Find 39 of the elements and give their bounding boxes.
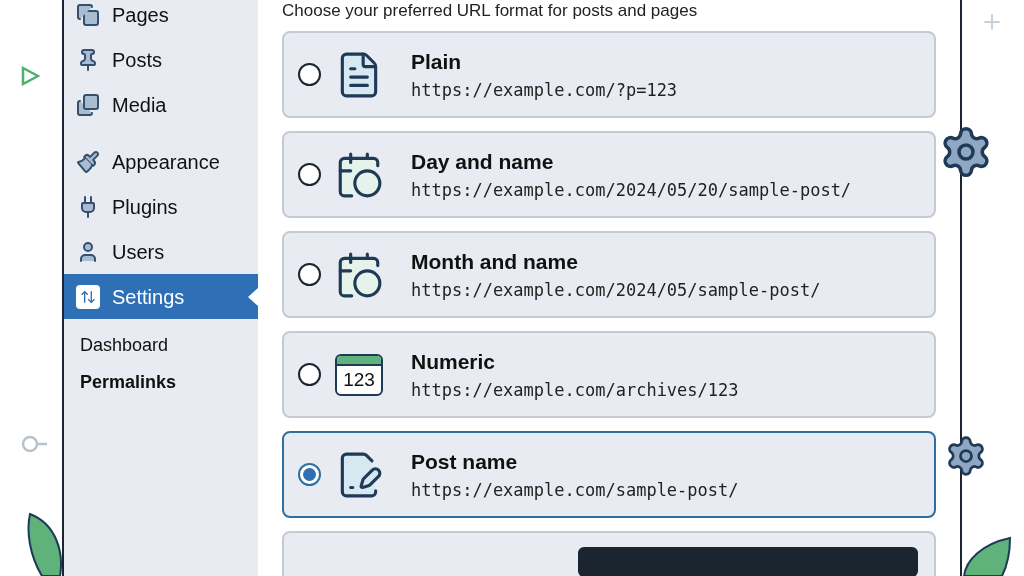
permalink-option[interactable]: Plain https://example.com/?p=123 (282, 31, 936, 118)
intro-text: Choose your preferred URL format for posts and pages (282, 1, 699, 21)
sidebar-menu-item[interactable]: Media (64, 82, 258, 127)
pages-icon (76, 2, 100, 27)
radio-button[interactable] (298, 163, 321, 186)
images-icon (76, 92, 100, 117)
option-title: Month and name (411, 248, 579, 275)
option-url: https://example.com/2024/05/20/sample-post/ (411, 178, 852, 201)
sidebar-menu-item[interactable]: Settings (64, 274, 258, 319)
permalink-option[interactable]: Month and name https://example.com/2024/05/sample-post/ (282, 231, 936, 318)
radio-button[interactable] (298, 463, 321, 486)
sliders-icon (76, 284, 100, 309)
option-title: Numeric (411, 348, 497, 375)
permalink-option[interactable]: Post name https://example.com/sample-post/ (282, 431, 936, 518)
option-url: https://example.com/sample-post/ (411, 478, 739, 501)
leaf-icon (26, 512, 62, 576)
sidebar-menu-item[interactable]: Pages (64, 0, 258, 37)
magnifier-icon (20, 433, 48, 455)
radio-button[interactable] (298, 263, 321, 286)
triangle-icon (20, 66, 40, 86)
number-calendar-icon: 123 (335, 353, 383, 396)
option-url: https://example.com/2024/05/sample-post/ (411, 278, 821, 301)
submenu-link[interactable]: Dashboard (80, 333, 258, 358)
option-title: Day and name (411, 148, 555, 175)
sidebar-menu-item[interactable]: Users (64, 229, 258, 274)
radio-button[interactable] (298, 363, 321, 386)
sidebar-menu-item[interactable]: Appearance (64, 139, 258, 184)
permalink-option[interactable]: 123 Numeric https://example.com/archives/123 (282, 331, 936, 418)
permalink-option[interactable]: Day and name https://example.com/2024/05/20/sample-post/ (282, 131, 936, 218)
option-url: https://example.com/archives/123 (411, 378, 739, 401)
sidebar-menu-item[interactable]: Plugins (64, 184, 258, 229)
option-url: https://example.com/?p=123 (411, 78, 678, 101)
sidebar-menu-item[interactable]: Posts (64, 37, 258, 82)
submenu-link[interactable]: Permalinks (80, 370, 258, 395)
paintbrush-icon (76, 149, 100, 174)
radio-button[interactable] (298, 63, 321, 86)
option-title: Post name (411, 448, 519, 475)
option-title: Plain (411, 48, 463, 75)
leaf-icon (962, 536, 1012, 576)
